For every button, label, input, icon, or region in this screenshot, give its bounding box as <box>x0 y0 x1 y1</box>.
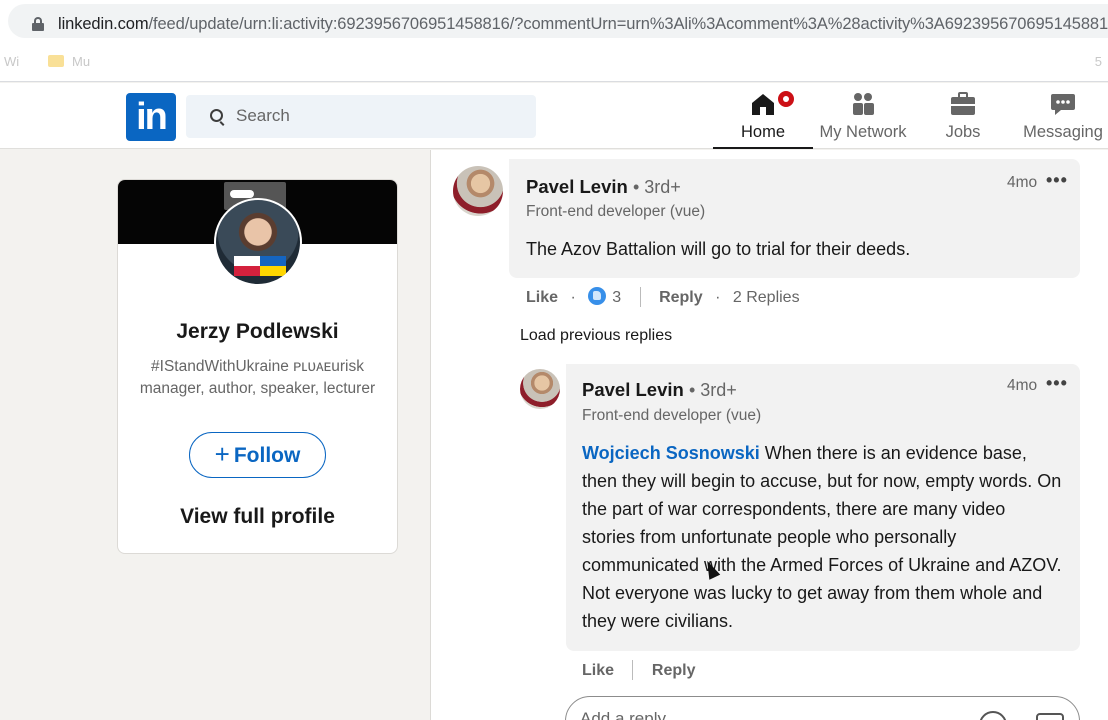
reply-author-subtitle: Front-end developer (vue) <box>582 407 762 424</box>
url-text[interactable]: linkedin.com/feed/update/urn:li:activity… <box>58 15 1108 34</box>
nav-messaging[interactable]: Messaging <box>1013 83 1108 149</box>
comment-time: 4mo <box>1007 174 1038 191</box>
profile-card: Jerzy Podlewski #IStandWithUkraine ᴘʟᴜᴀᴇ… <box>117 179 398 554</box>
bookmarks-bar: Wi Mu 5 <box>0 42 1108 82</box>
reply-button[interactable]: Reply <box>659 289 703 306</box>
connection-degree: • 3rd+ <box>688 380 737 400</box>
linkedin-logo[interactable]: in <box>126 93 176 141</box>
view-full-profile-link[interactable]: View full profile <box>118 505 397 529</box>
add-reply-input[interactable] <box>580 709 960 720</box>
comment-author[interactable]: Pavel Levin • 3rd+ <box>526 176 681 198</box>
reply-actions: Like Reply <box>582 660 696 680</box>
messaging-icon <box>1051 94 1075 115</box>
plus-icon: + <box>214 439 230 469</box>
follow-button[interactable]: + Follow <box>189 432 326 478</box>
reply-author[interactable]: Pavel Levin • 3rd+ <box>582 379 737 401</box>
nav-home-label: Home <box>740 123 785 141</box>
search-icon <box>210 109 223 122</box>
nav-my-network-label: My Network <box>819 123 907 141</box>
jobs-icon <box>951 92 975 115</box>
poland-flag <box>234 256 260 276</box>
bookmark-folder[interactable]: Mu <box>48 54 90 69</box>
reply-time: 4mo <box>1007 377 1038 394</box>
browser-url-bar: linkedin.com/feed/update/urn:li:activity… <box>0 0 1108 42</box>
comment-text: The Azov Battalion will go to trial for … <box>526 239 911 259</box>
lock-icon[interactable] <box>32 17 44 31</box>
commenter-avatar[interactable] <box>453 166 503 216</box>
profile-avatar[interactable] <box>214 198 302 286</box>
image-icon[interactable] <box>1036 713 1064 720</box>
reply-text: Wojciech Sosnowski When there is an evid… <box>582 443 1062 631</box>
emoji-icon[interactable] <box>979 711 1007 720</box>
comment-author-subtitle: Front-end developer (vue) <box>526 203 706 220</box>
search-input[interactable] <box>236 103 516 129</box>
action-divider <box>632 660 634 680</box>
reply-reply-button[interactable]: Reply <box>652 662 696 679</box>
home-icon <box>752 94 774 115</box>
address-field[interactable]: linkedin.com/feed/update/urn:li:activity… <box>8 4 1108 38</box>
notification-badge <box>776 89 796 109</box>
my-network-icon <box>853 93 874 115</box>
action-divider <box>639 287 641 307</box>
comment-actions: Like · 3 Reply · 2 Replies <box>526 287 800 307</box>
more-options-icon[interactable]: ••• <box>1046 373 1068 394</box>
ukraine-flag <box>260 256 286 276</box>
connection-degree: • 3rd+ <box>632 177 681 197</box>
profile-name[interactable]: Jerzy Podlewski <box>118 320 397 344</box>
nav-jobs-label: Jobs <box>945 123 981 141</box>
nav-messaging-label: Messaging <box>1023 123 1103 141</box>
like-reaction-icon <box>588 287 607 305</box>
bookmark-item[interactable]: Wi <box>4 54 19 69</box>
folder-icon <box>48 55 64 67</box>
add-reply-box[interactable] <box>565 696 1080 720</box>
profile-headline: #IStandWithUkraine ᴘʟᴜᴀᴇurisk manager, a… <box>139 358 376 397</box>
reply-like-button[interactable]: Like <box>582 662 614 679</box>
nav-my-network[interactable]: My Network <box>813 83 913 149</box>
nav-jobs[interactable]: Jobs <box>913 83 1013 149</box>
replies-count-link[interactable]: 2 Replies <box>733 289 800 306</box>
follow-label: Follow <box>233 444 301 467</box>
search-box[interactable] <box>186 95 536 138</box>
reply-author-avatar[interactable] <box>520 369 560 409</box>
load-previous-replies[interactable]: Load previous replies <box>520 327 672 345</box>
bookmark-item-right[interactable]: 5 <box>1095 54 1102 69</box>
more-options-icon[interactable]: ••• <box>1046 170 1068 191</box>
mention-link[interactable]: Wojciech Sosnowski <box>582 443 760 463</box>
like-button[interactable]: Like <box>526 289 558 306</box>
nav-home[interactable]: Home <box>713 83 813 149</box>
reaction-count[interactable]: 3 <box>588 287 621 306</box>
linkedin-nav: in Home My Network Jobs Messaging <box>0 83 1108 149</box>
